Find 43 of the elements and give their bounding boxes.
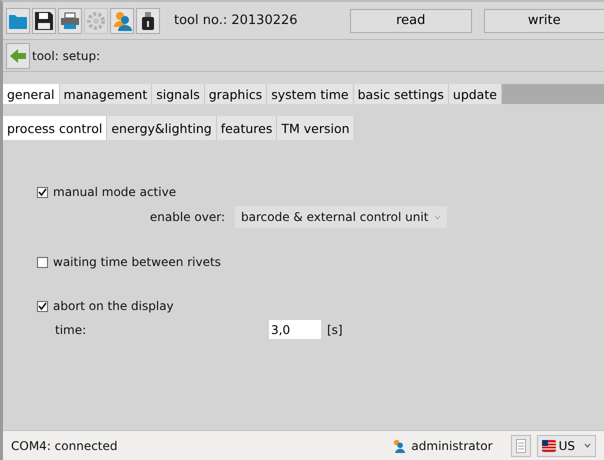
document-icon	[516, 438, 526, 452]
user-icon	[391, 438, 406, 452]
checkbox[interactable]	[37, 300, 48, 312]
subtab[interactable]: TM version	[277, 116, 355, 140]
checkbox[interactable]	[37, 186, 48, 198]
subtab[interactable]: features	[216, 116, 278, 140]
flag-icon	[542, 440, 556, 452]
checkbox[interactable]	[37, 256, 48, 268]
time-input[interactable]: 3,0	[269, 320, 321, 339]
users-icon	[112, 10, 132, 30]
printer-icon	[60, 12, 80, 30]
tab[interactable]: system time	[267, 84, 354, 104]
subtab[interactable]: energy&lighting	[107, 116, 217, 140]
subtab[interactable]: process control	[3, 116, 108, 140]
gear-icon	[86, 10, 106, 30]
toolbar-button[interactable]	[136, 8, 160, 34]
back-arrow-icon	[9, 48, 27, 64]
option-label: manual mode active	[53, 185, 176, 199]
tool-number: tool no.: 20130226	[174, 13, 299, 28]
tab[interactable]: management	[60, 84, 152, 104]
option-label: abort on the display	[53, 299, 174, 313]
connection-status: COM4: connected	[11, 438, 119, 452]
toolbar-button[interactable]	[58, 8, 82, 34]
user-name: administrator	[411, 438, 493, 452]
toolbar-button[interactable]	[32, 8, 56, 34]
option-label: waiting time between rivets	[53, 255, 221, 269]
tab[interactable]: general	[3, 84, 60, 104]
field-label: time:	[54, 322, 88, 336]
tab[interactable]: signals	[152, 84, 205, 104]
dropdown[interactable]: barcode & external control unit	[235, 206, 448, 228]
usb-drive-icon	[141, 10, 155, 30]
unit-label: [s]	[327, 322, 343, 336]
tab[interactable]: update	[448, 84, 502, 104]
tab[interactable]: basic settings	[354, 84, 449, 104]
chevron-down-icon	[584, 443, 591, 448]
back-button[interactable]	[6, 42, 30, 68]
write-button[interactable]: write	[484, 8, 604, 32]
read-button[interactable]: read	[350, 8, 472, 32]
chevron-down-icon	[434, 214, 442, 220]
language-dropdown[interactable]: US	[536, 434, 596, 456]
field-label: enable over:	[148, 210, 226, 224]
breadcrumb: tool: setup:	[32, 48, 100, 62]
tab[interactable]: graphics	[204, 84, 268, 104]
